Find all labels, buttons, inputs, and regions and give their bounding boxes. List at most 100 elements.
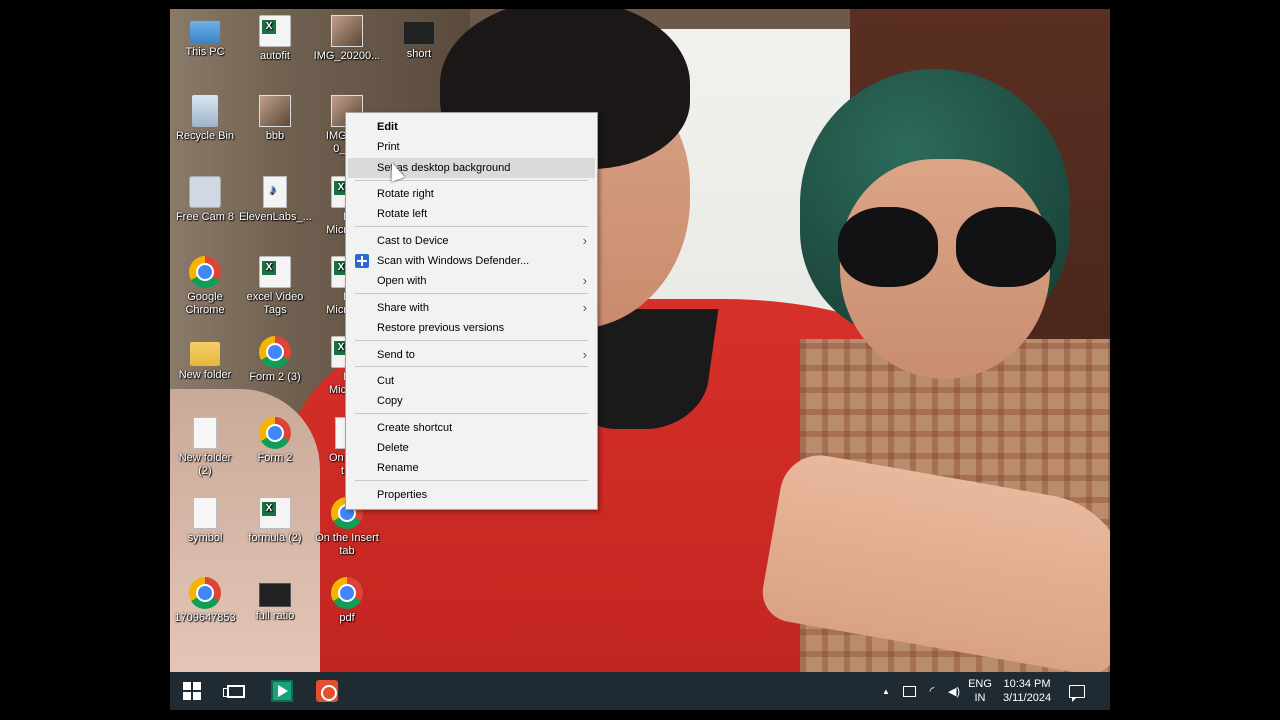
chevron-right-icon: › <box>582 273 587 288</box>
language-indicator[interactable]: ENG IN <box>966 672 994 710</box>
show-hidden-icons-button[interactable]: ▲ <box>876 672 896 710</box>
photo-icon <box>259 95 291 127</box>
recorder-icon <box>316 680 338 702</box>
desktop-icon[interactable]: New folder <box>170 336 241 382</box>
menu-item-label: Share with <box>377 302 429 314</box>
chevron-right-icon: › <box>582 233 587 248</box>
desktop-icon-label: Form 2 <box>257 452 293 464</box>
menu-item-share-with[interactable]: Share with › <box>348 298 595 318</box>
doc-icon <box>193 497 217 529</box>
desktop-icon[interactable]: excel Video Tags <box>239 256 311 317</box>
desktop-icon[interactable]: short <box>383 15 455 61</box>
taskbar: ▲ ◜ ◀) ENG IN 10:34 PM 3/11/2024 <box>170 672 1110 710</box>
action-center-button[interactable] <box>1062 672 1092 710</box>
desktop-icon[interactable]: Form 2 <box>239 417 311 465</box>
doc-icon <box>193 417 217 449</box>
volume-icon[interactable]: ◀) <box>943 672 965 710</box>
desktop-icon-label: pdf <box>339 612 355 624</box>
clock-date: 3/11/2024 <box>1002 692 1052 704</box>
menu-separator <box>355 293 588 294</box>
menu-item-label: Rename <box>377 462 419 474</box>
menu-item-label: Edit <box>377 121 398 133</box>
desktop-icon-label: Google Chrome <box>185 291 225 316</box>
desktop-icon[interactable]: full ratio <box>239 577 311 623</box>
menu-item-rotate-right[interactable]: Rotate right <box>348 184 595 204</box>
menu-item-cast-to-device[interactable]: Cast to Device › <box>348 231 595 251</box>
dark-icon <box>259 583 291 607</box>
menu-item-label: Cast to Device <box>377 235 449 247</box>
desktop-icon[interactable]: Free Cam 8 <box>170 176 241 224</box>
desktop-icon[interactable]: Form 2 (3) <box>239 336 311 384</box>
dark-icon <box>403 21 435 45</box>
menu-item-label: Cut <box>377 375 395 387</box>
menu-item-label: Properties <box>377 489 428 501</box>
chevron-right-icon: › <box>582 347 587 362</box>
excel-icon <box>259 497 291 529</box>
menu-item-rotate-left[interactable]: Rotate left <box>348 204 595 224</box>
desktop[interactable]: This PC autofit IMG_20200... short Recycle B… <box>170 9 1110 672</box>
desktop-icon[interactable]: ElevenLabs_... <box>239 176 312 224</box>
desktop-icon-label: Free Cam 8 <box>175 211 235 223</box>
desktop-icon[interactable]: This PC <box>170 15 241 59</box>
folder-icon <box>190 342 220 366</box>
menu-item-delete[interactable]: Delete <box>348 438 595 458</box>
desktop-icon[interactable]: Recycle Bin <box>170 95 241 143</box>
chrome-icon <box>331 577 363 609</box>
menu-item-rename[interactable]: Rename <box>348 458 595 478</box>
menu-item-edit[interactable]: Edit <box>348 117 595 137</box>
video-frame-bottom <box>170 710 1110 720</box>
desktop-icon[interactable]: symbol <box>170 497 241 545</box>
desktop-icon-label: Form 2 (3) <box>249 371 301 383</box>
menu-item-set-as-desktop-background[interactable]: Set as desktop background <box>348 158 595 178</box>
menu-item-cut[interactable]: Cut <box>348 371 595 391</box>
wifi-icon[interactable]: ◜ <box>921 672 943 710</box>
desktop-icon-label: short <box>406 48 432 60</box>
clock[interactable]: 10:34 PM 3/11/2024 <box>998 672 1056 710</box>
taskbar-app-recorder[interactable] <box>305 672 349 710</box>
video-frame-top <box>170 0 1110 9</box>
desktop-icon-label: formula (2) <box>248 532 302 544</box>
desktop-icon[interactable]: autofit <box>239 15 311 63</box>
notification-icon <box>1069 684 1085 702</box>
menu-item-label: Print <box>377 141 400 153</box>
desktop-icon[interactable]: 1709647853 <box>170 577 241 625</box>
desktop-icon-label: IMG_20200... <box>313 50 381 62</box>
chrome-icon <box>189 256 221 288</box>
menu-item-send-to[interactable]: Send to › <box>348 345 595 365</box>
chrome-icon <box>189 577 221 609</box>
desktop-icon[interactable]: Google Chrome <box>170 256 241 317</box>
start-button[interactable] <box>170 672 214 710</box>
menu-item-create-shortcut[interactable]: Create shortcut <box>348 418 595 438</box>
desktop-icon[interactable]: New folder (2) <box>170 417 241 478</box>
desktop-icon-label: full ratio <box>255 610 295 622</box>
desktop-icon[interactable]: bbb <box>239 95 311 143</box>
task-view-button[interactable] <box>214 672 258 710</box>
cam-icon <box>189 176 221 208</box>
menu-separator <box>355 340 588 341</box>
menu-separator <box>355 413 588 414</box>
video-frame-left <box>0 0 170 720</box>
desktop-icon[interactable]: formula (2) <box>239 497 311 545</box>
menu-item-open-with[interactable]: Open with › <box>348 271 595 291</box>
menu-item-scan-with-windows-defender[interactable]: Scan with Windows Defender... <box>348 251 595 271</box>
menu-separator <box>355 480 588 481</box>
tray-device-icon[interactable] <box>898 672 920 710</box>
chrome-icon <box>259 417 291 449</box>
menu-item-label: Copy <box>377 395 403 407</box>
menu-item-print[interactable]: Print <box>348 137 595 157</box>
task-view-icon <box>223 684 245 698</box>
menu-item-label: Rotate left <box>377 208 428 220</box>
wallpaper-sunglasses <box>838 207 1068 287</box>
menu-item-copy[interactable]: Copy <box>348 391 595 411</box>
desktop-icon[interactable]: pdf <box>311 577 383 625</box>
menu-item-properties[interactable]: Properties <box>348 485 595 505</box>
language-region: IN <box>974 692 986 704</box>
desktop-icon[interactable]: IMG_20200... <box>311 15 383 63</box>
clock-time: 10:34 PM <box>1003 678 1051 690</box>
windows-logo-icon <box>183 682 201 700</box>
desktop-icon-label: New folder <box>178 369 232 381</box>
menu-item-restore-previous-versions[interactable]: Restore previous versions <box>348 318 595 338</box>
menu-item-label: Restore previous versions <box>377 322 505 334</box>
taskbar-app-media-player[interactable] <box>260 672 304 710</box>
chrome-icon <box>259 336 291 368</box>
